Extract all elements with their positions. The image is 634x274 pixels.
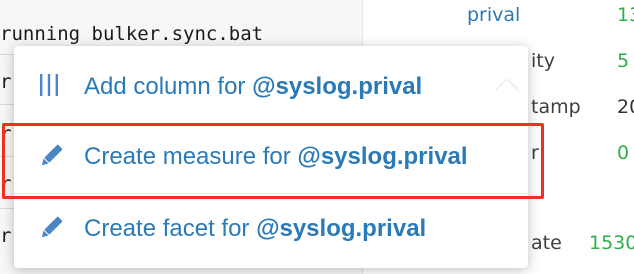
attribute-key[interactable]: prival bbox=[467, 4, 520, 26]
columns-icon bbox=[38, 72, 62, 100]
menu-item-add-column[interactable]: Add column for @syslog.prival bbox=[14, 54, 528, 122]
attribute-value[interactable]: 1530 bbox=[589, 232, 634, 254]
pencil-icon bbox=[38, 214, 63, 242]
annotation-highlight-box bbox=[2, 123, 544, 199]
menu-item-create-facet[interactable]: Create facet for @syslog.prival bbox=[14, 196, 528, 264]
menu-item-label: Create facet for @syslog.prival bbox=[84, 215, 427, 242]
attribute-key[interactable]: tamp bbox=[531, 96, 581, 118]
attribute-key[interactable]: ity bbox=[531, 50, 555, 72]
menu-item-label: Add column for @syslog.prival bbox=[84, 73, 423, 100]
attribute-value[interactable]: 0 bbox=[617, 142, 629, 164]
attribute-key[interactable]: ate bbox=[531, 232, 562, 254]
attribute-value[interactable]: 13 bbox=[617, 4, 634, 26]
log-line[interactable]: running bulker.sync.bat bbox=[0, 22, 362, 46]
attribute-value[interactable]: 20 bbox=[617, 96, 634, 118]
attribute-value[interactable]: 5 bbox=[617, 50, 629, 72]
